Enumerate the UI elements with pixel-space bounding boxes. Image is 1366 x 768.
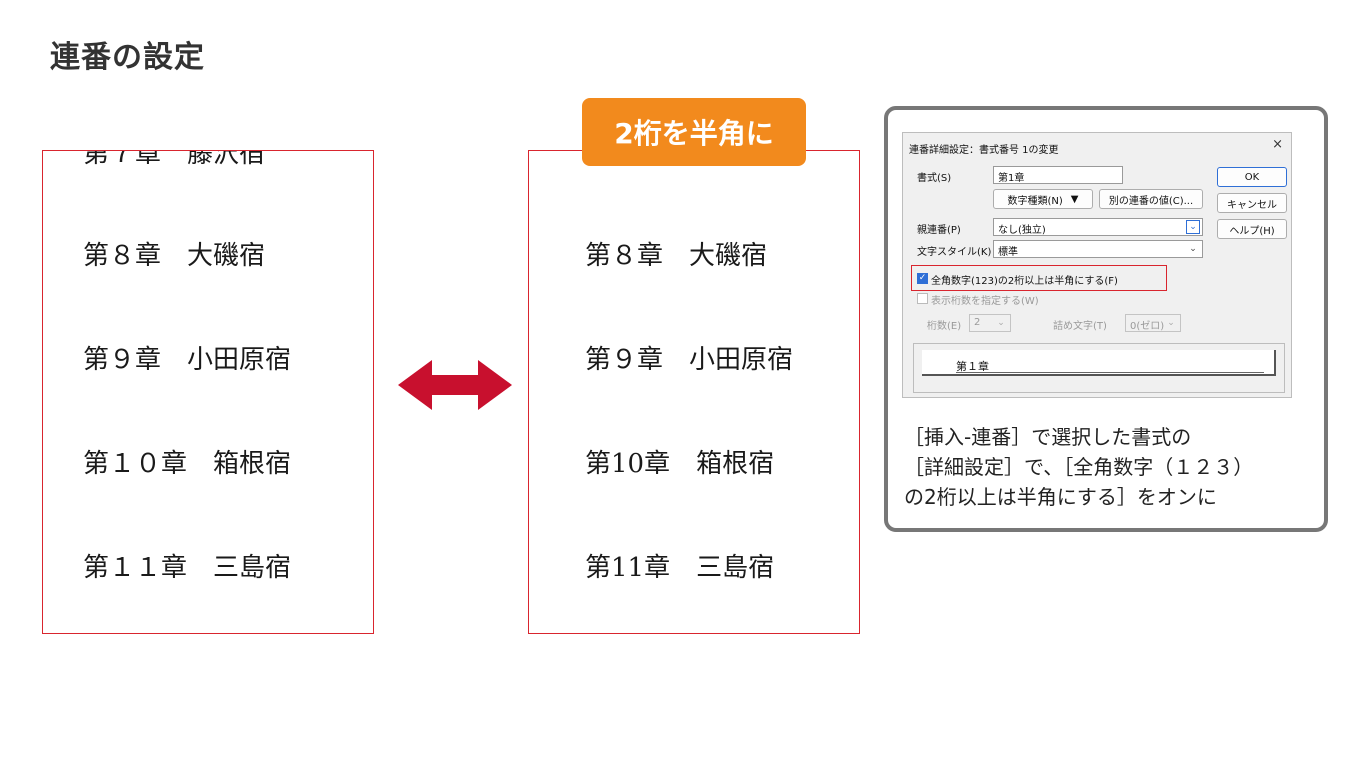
ok-button[interactable]: OK [1217,167,1287,187]
format-input[interactable]: 第1章 [993,166,1123,184]
halfwidth-checkbox[interactable]: ✓ [917,273,928,284]
halfwidth-checkbox-label: 全角数字(123)の2桁以上は半角にする(F) [931,276,1118,287]
doc-line: 第１０章 箱根宿 [83,449,292,479]
preview-underline [956,372,1264,373]
chevron-down-icon: ⌄ [997,318,1005,328]
digits-value: 2 [974,317,981,328]
doc-line: 第８章 大磯宿 [83,241,266,271]
other-value-button[interactable]: 別の連番の値(C)... [1099,189,1203,209]
doc-line: 第９章 小田原宿 [585,345,794,375]
preview-box: 第１章 [922,350,1276,376]
document-before: 第７章 藤沢宿 第８章 大磯宿 第９章 小田原宿 第１０章 箱根宿 第１１章 三… [42,150,374,634]
serial-detail-dialog: 連番詳細設定：書式番号 1の変更 × 書式(S) 第1章 数字種類(N) ▼ 別… [902,132,1292,398]
digits-checkbox-label: 表示桁数を指定する(W) [931,296,1039,307]
parent-label: 親連番(P) [917,225,961,236]
format-label: 書式(S) [917,173,952,184]
caption-line: ［挿入-連番］で選択した書式の [904,425,1192,449]
number-type-button[interactable]: 数字種類(N) ▼ [993,189,1093,209]
callout-box: 連番詳細設定：書式番号 1の変更 × 書式(S) 第1章 数字種類(N) ▼ 別… [884,106,1328,532]
doc-line: 第９章 小田原宿 [83,345,292,375]
caption-line: の2桁以上は半角にする］をオンに [904,485,1217,509]
halfwidth-badge: 2桁を半角に [582,98,806,166]
caption-line: ［詳細設定］で、［全角数字（１２３） [904,455,1254,479]
digits-select[interactable]: 2 ⌄ [969,314,1011,332]
page-title: 連番の設定 [50,40,205,75]
number-type-label: 数字種類(N) [1007,195,1063,207]
chevron-down-icon: ⌄ [1167,318,1175,328]
dialog-title: 連番詳細設定：書式番号 1の変更 [909,145,1059,156]
document-after: 第８章 大磯宿 第９章 小田原宿 第10章 箱根宿 第11章 三島宿 [528,150,860,634]
doc-line: 第10章 箱根宿 [585,449,775,479]
pad-value: 0(ゼロ) [1130,321,1165,332]
chevron-down-icon: ⌄ [1186,220,1200,234]
pad-label: 詰め文字(T) [1053,321,1107,332]
style-value: 標準 [998,247,1018,258]
parent-select[interactable]: なし(独立) ⌄ [993,218,1203,236]
close-icon[interactable]: × [1272,137,1283,152]
dropdown-arrow-icon: ▼ [1070,193,1079,205]
help-button[interactable]: ヘルプ(H) [1217,219,1287,239]
double-arrow-icon [398,360,512,410]
preview-area: 第１章 [913,343,1285,393]
cancel-button[interactable]: キャンセル [1217,193,1287,213]
caption-text: ［挿入-連番］で選択した書式の ［詳細設定］で、［全角数字（１２３） の2桁以上… [904,422,1324,512]
digits-label: 桁数(E) [927,321,962,332]
pad-select[interactable]: 0(ゼロ) ⌄ [1125,314,1181,332]
doc-line: 第11章 三島宿 [585,553,775,583]
doc-line-partial: 第７章 藤沢宿 [83,150,266,169]
doc-line: 第１１章 三島宿 [83,553,292,583]
digits-checkbox[interactable] [917,293,928,304]
chevron-down-icon: ⌄ [1189,244,1197,254]
style-select[interactable]: 標準 ⌄ [993,240,1203,258]
parent-value: なし(独立) [998,225,1046,236]
style-label: 文字スタイル(K) [917,247,992,258]
doc-line: 第８章 大磯宿 [585,241,768,271]
